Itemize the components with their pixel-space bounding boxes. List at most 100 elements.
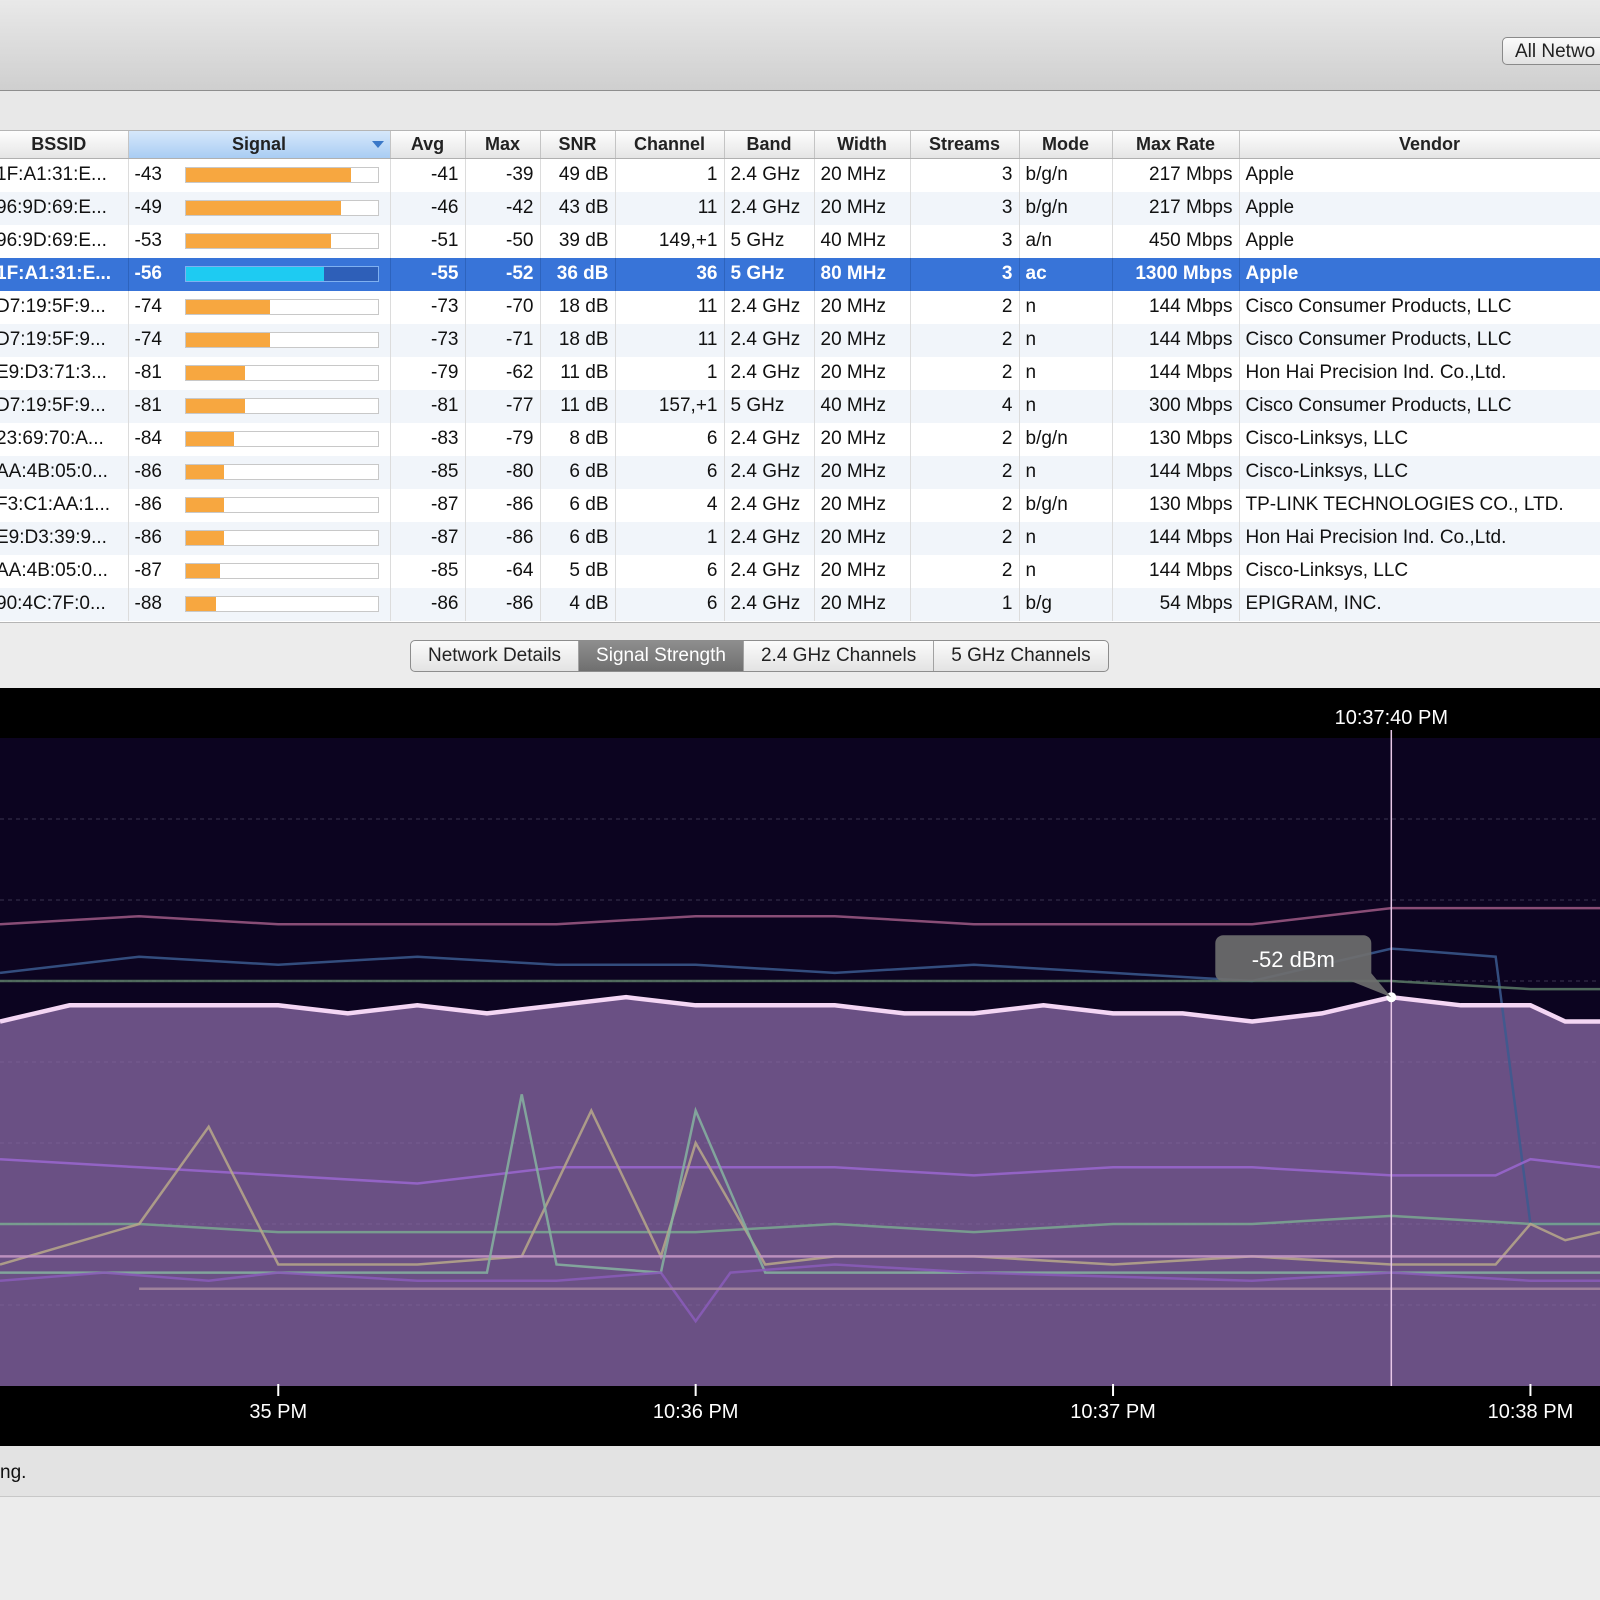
cell-bssid: D7:19:5F:9... — [0, 290, 129, 324]
cell-streams: 2 — [910, 422, 1020, 456]
tooltip-value: -52 dBm — [1252, 947, 1335, 972]
cell-vendor: TP-LINK TECHNOLOGIES CO., LTD. — [1239, 488, 1600, 522]
column-header-signal[interactable]: Signal — [128, 131, 391, 159]
signal-cell: -49 — [128, 191, 391, 225]
cell-snr: 8 dB — [540, 422, 616, 456]
table-header-row: BSSID Signal Avg Max SNR Channel Band Width Stre… — [0, 131, 1600, 159]
all-networks-button[interactable]: All Netwo — [1502, 37, 1600, 65]
cell-bssid: D7:19:5F:9... — [0, 389, 129, 423]
cell-avg: -73 — [390, 323, 466, 357]
cell-channel: 157,+1 — [615, 389, 725, 423]
signal-bar — [184, 299, 379, 315]
signal-bar-fill — [185, 300, 270, 314]
cell-vendor: Cisco-Linksys, LLC — [1239, 455, 1600, 489]
table-row[interactable]: 96:9D:69:E... -49 -46 -42 43 dB 11 2.4 GHz 20 M… — [0, 191, 1600, 225]
signal-value: -81 — [134, 362, 162, 383]
cell-width: 20 MHz — [814, 290, 911, 324]
table-row[interactable]: F3:C1:AA:1... -86 -87 -86 6 dB 4 2.4 GHz 20 MHz… — [0, 488, 1600, 522]
cell-mode: n — [1019, 356, 1113, 390]
column-header-snr[interactable]: SNR — [540, 131, 616, 159]
column-header-channel[interactable]: Channel — [615, 131, 725, 159]
cell-band: 2.4 GHz — [724, 191, 815, 225]
column-header-mode[interactable]: Mode — [1019, 131, 1113, 159]
cell-width: 20 MHz — [814, 521, 911, 555]
cell-max-rate: 144 Mbps — [1112, 356, 1240, 390]
cell-avg: -46 — [390, 191, 466, 225]
signal-bar — [184, 398, 379, 414]
cell-width: 20 MHz — [814, 158, 911, 192]
cell-avg: -79 — [390, 356, 466, 390]
cell-max: -70 — [465, 290, 541, 324]
cell-channel: 1 — [615, 521, 725, 555]
cell-width: 20 MHz — [814, 323, 911, 357]
table-row[interactable]: 1F:A1:31:E... -56 -55 -52 36 dB 36 5 GHz 80 MHz… — [0, 257, 1600, 291]
cell-mode: n — [1019, 455, 1113, 489]
cell-avg: -87 — [390, 521, 466, 555]
signal-cell: -81 — [128, 389, 391, 423]
table-row[interactable]: D7:19:5F:9... -74 -73 -71 18 dB 11 2.4 GHz 20 M… — [0, 323, 1600, 357]
x-axis-tick-label: 35 PM — [249, 1401, 307, 1423]
signal-bar-fill — [185, 597, 217, 611]
cell-width: 40 MHz — [814, 224, 911, 258]
signal-bar — [184, 563, 379, 579]
table-row[interactable]: 90:4C:7F:0... -88 -86 -86 4 dB 6 2.4 GHz 20 MHz… — [0, 587, 1600, 621]
cell-max: -50 — [465, 224, 541, 258]
signal-bar-fill — [185, 168, 351, 183]
status-bar — [0, 1446, 1600, 1497]
column-header-vendor[interactable]: Vendor — [1239, 131, 1600, 159]
table-row[interactable]: 23:69:70:A... -84 -83 -79 8 dB 6 2.4 GHz 20 MHz… — [0, 422, 1600, 456]
table-row[interactable]: AA:4B:05:0... -87 -85 -64 5 dB 6 2.4 GHz 20 MHz… — [0, 554, 1600, 588]
signal-bar — [184, 464, 379, 480]
table-row[interactable]: AA:4B:05:0... -86 -85 -80 6 dB 6 2.4 GHz 20 MHz… — [0, 455, 1600, 489]
table-row[interactable]: 96:9D:69:E... -53 -51 -50 39 dB 149,+1 5 GHz 40… — [0, 224, 1600, 258]
cell-max: -86 — [465, 521, 541, 555]
cell-streams: 2 — [910, 455, 1020, 489]
column-header-width[interactable]: Width — [814, 131, 911, 159]
column-header-bssid[interactable]: BSSID — [0, 131, 129, 159]
column-header-max[interactable]: Max — [465, 131, 541, 159]
cell-snr: 11 dB — [540, 356, 616, 390]
cell-vendor: Cisco-Linksys, LLC — [1239, 554, 1600, 588]
cell-snr: 6 dB — [540, 455, 616, 489]
signal-bar — [184, 497, 379, 513]
tab-signal-strength[interactable]: Signal Strength — [579, 641, 744, 671]
cell-bssid: 23:69:70:A... — [0, 422, 129, 456]
cell-streams: 2 — [910, 290, 1020, 324]
cell-bssid: 90:4C:7F:0... — [0, 587, 129, 621]
signal-bar-fill — [185, 201, 342, 215]
chart-canvas: 10:37:40 PM -52 dBm 35 PM 10:36 PM 10:37 PM 1… — [0, 707, 1600, 1423]
column-header-max-rate[interactable]: Max Rate — [1112, 131, 1240, 159]
cell-avg: -87 — [390, 488, 466, 522]
cell-width: 20 MHz — [814, 356, 911, 390]
table-row[interactable]: D7:19:5F:9... -74 -73 -70 18 dB 11 2.4 GHz 20 M… — [0, 290, 1600, 324]
cell-max: -77 — [465, 389, 541, 423]
cell-vendor: Apple — [1239, 224, 1600, 258]
table-row[interactable]: E9:D3:39:9... -86 -87 -86 6 dB 1 2.4 GHz 20 MHz… — [0, 521, 1600, 555]
cell-width: 40 MHz — [814, 389, 911, 423]
signal-bar — [184, 167, 379, 184]
column-header-streams[interactable]: Streams — [910, 131, 1020, 159]
cell-avg: -51 — [390, 224, 466, 258]
table-row[interactable]: E9:D3:71:3... -81 -79 -62 11 dB 1 2.4 GHz 20 MH… — [0, 356, 1600, 390]
cell-bssid: AA:4B:05:0... — [0, 455, 129, 489]
signal-cell: -74 — [128, 290, 391, 324]
signal-bar — [184, 596, 379, 612]
networks-table[interactable]: BSSID Signal Avg Max SNR Channel Band Width Stre… — [0, 130, 1600, 623]
cell-vendor: EPIGRAM, INC. — [1239, 587, 1600, 621]
cell-width: 20 MHz — [814, 455, 911, 489]
cell-band: 2.4 GHz — [724, 323, 815, 357]
signal-bar-fill — [185, 531, 224, 545]
tab-5-ghz-channels[interactable]: 5 GHz Channels — [934, 641, 1107, 671]
table-row[interactable]: D7:19:5F:9... -81 -81 -77 11 dB 157,+1 5 GHz 40… — [0, 389, 1600, 423]
cell-channel: 6 — [615, 587, 725, 621]
tab-2-4-ghz-channels[interactable]: 2.4 GHz Channels — [744, 641, 935, 671]
column-header-avg[interactable]: Avg — [390, 131, 466, 159]
tab-network-details[interactable]: Network Details — [411, 641, 580, 671]
column-header-band[interactable]: Band — [724, 131, 815, 159]
signal-cell: -86 — [128, 521, 391, 555]
cell-streams: 3 — [910, 257, 1020, 291]
cell-avg: -83 — [390, 422, 466, 456]
table-row[interactable]: 1F:A1:31:E... -43 -41 -39 49 dB 1 2.4 GHz 20 MH… — [0, 158, 1600, 192]
signal-bar-fill — [185, 399, 246, 413]
cell-mode: b/g — [1019, 587, 1113, 621]
